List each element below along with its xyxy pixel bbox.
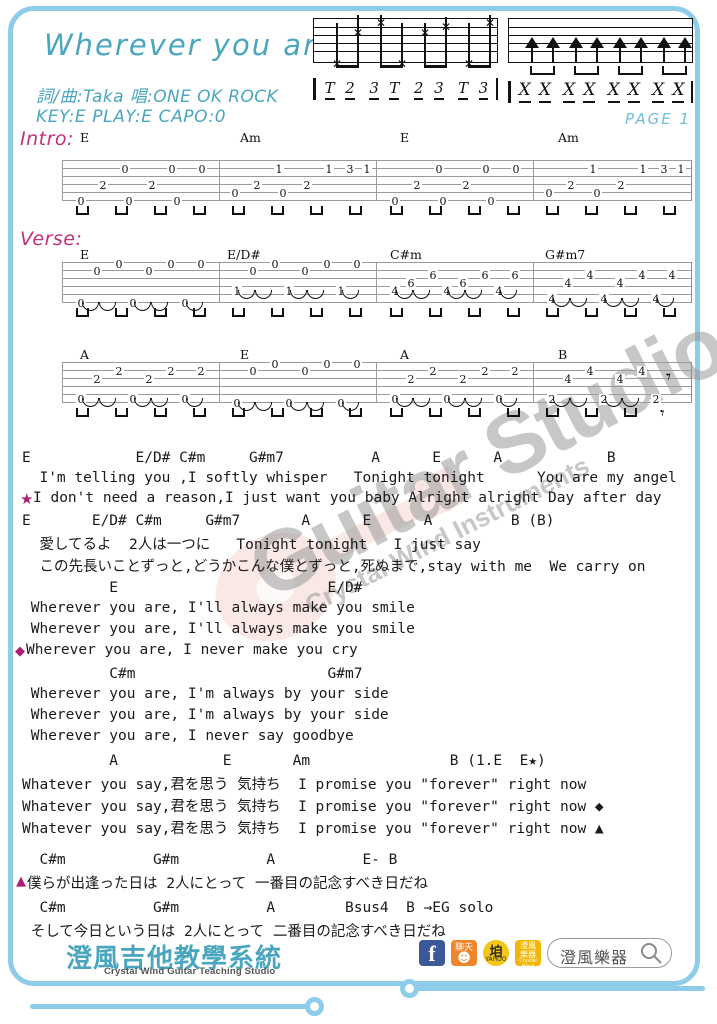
chord-label: E: [240, 347, 250, 362]
lyric-line: Wherever you are, I'm always by your sid…: [22, 686, 389, 702]
rhythm-counts-1: T 2 3 T 2 3 T 3: [313, 78, 498, 100]
eighth-rest-icon: 𝄾: [666, 366, 672, 388]
footer-deco-line-right: [415, 986, 705, 991]
chord-label: Am: [558, 130, 579, 145]
count-cell: 2: [413, 79, 424, 100]
intro-tab-staff: 0 2 0 0 2 0 0 0 0 2 1 0 2 1 3 1 0 2 0 0 …: [62, 160, 693, 218]
count-cell: X: [538, 80, 551, 103]
count-cell: 2: [345, 79, 355, 100]
lyric-line: Wherever you are, I'll always make you s…: [22, 621, 415, 637]
chord-line: C#m G#m A E- B: [22, 852, 398, 868]
triangle-marker: ▲: [16, 874, 26, 889]
lyric-line: Wherever you are, I'm always by your sid…: [22, 707, 389, 723]
chord-line: E E/D# C#m G#m7 A E A B: [22, 450, 616, 466]
chord-label: B: [558, 347, 568, 362]
lyric-line: Wherever you are, I never say goodbye: [22, 728, 354, 744]
chord-label: E: [80, 247, 90, 262]
chord-label: E: [400, 130, 410, 145]
diamond-marker: ◆: [15, 644, 25, 659]
chord-label: Am: [240, 130, 261, 145]
chord-line: A E Am B (1.E E★): [22, 753, 546, 769]
chord-label: G#m7: [545, 247, 586, 262]
count-cell: X: [652, 80, 665, 103]
lyric-line: Wherever you are, I never make you cry: [26, 642, 358, 658]
count-cell: 3: [369, 79, 379, 100]
lyric-line: 愛してるよ 2人は一つに Tonight tonight I just say: [22, 537, 481, 553]
count-cell: 3: [478, 79, 489, 100]
search-icon[interactable]: [640, 942, 662, 964]
pixnet-icon[interactable]: 聊天 ☻: [451, 940, 477, 966]
rhythm-counts-2: X X X X X X X X: [508, 80, 693, 103]
lyric-line: この先長いことずっと,どうかこんな僕とずっと,死ぬまで,stay with me…: [22, 559, 646, 575]
rhythm-staff-1: ✕ ✕ ✕ ✕ ✕ ✕ ✕ ✕: [313, 15, 498, 70]
verse-label: Verse:: [20, 228, 83, 250]
rest-glyph: 𝄾: [660, 404, 665, 424]
verse-tab-staff-1: 0 0 0 0 0 0 0 0 1 0 0 1 0 0 1 0 4 6 6 4 …: [62, 259, 693, 320]
rhythm-box-fingerpicking: ✕ ✕ ✕ ✕ ✕ ✕ ✕ ✕ T 2 3 T 2 3 T 3: [313, 15, 498, 100]
intro-label: Intro:: [20, 128, 74, 150]
footer-deco-line-left: [30, 1004, 310, 1009]
studio-logo-en: Crystal Wind Guitar Teaching Studio: [104, 966, 276, 977]
lyric-line: I don't need a reason,I just want you ba…: [33, 490, 662, 506]
rhythm-staff-2: [508, 18, 693, 75]
chord-line: E E/D# C#m G#m7 A E A B (B): [22, 513, 555, 529]
chord-line: C#m G#m A Bsus4 B →EG solo: [22, 900, 494, 916]
page-number: PAGE 1: [625, 110, 691, 128]
rhythm-box-strumming: X X X X X X X X: [508, 18, 693, 103]
star-marker: ★: [20, 490, 34, 508]
count-cell: T: [324, 79, 335, 100]
lyric-line: I'm telling you ,I softly whisper Tonigh…: [22, 470, 677, 486]
chord-label: E: [80, 130, 90, 145]
lyric-line: Wherever you are, I'll always make you s…: [22, 600, 415, 616]
count-cell: X: [627, 80, 640, 103]
count-cell: 3: [434, 79, 444, 100]
chord-line: C#m G#m7: [22, 666, 363, 682]
chord-label: A: [80, 347, 90, 362]
count-cell: T: [458, 79, 469, 100]
song-title: Wherever you are: [44, 28, 337, 62]
chord-label: C#m: [390, 247, 422, 262]
lyric-line: Whatever you say,君を思う 気持ち I promise you …: [22, 821, 604, 837]
footer-deco-ring-right: [400, 979, 419, 998]
count-cell: X: [583, 80, 596, 103]
facebook-icon[interactable]: f: [419, 940, 445, 966]
lyric-line: Whatever you say,君を思う 気持ち I promise you …: [22, 799, 604, 815]
count-cell: X: [607, 80, 620, 103]
lyric-line: 僕らが出逢った日は 2人にとって 一番目の記念すべき日だね: [27, 876, 429, 892]
chord-label: E/D#: [227, 247, 261, 262]
key-play-capo: KEY:E PLAY:E CAPO:0: [36, 107, 227, 127]
search-text[interactable]: 澄風樂器: [560, 944, 628, 968]
count-cell: X: [672, 80, 685, 103]
count-cell: X: [563, 80, 576, 103]
count-cell: X: [518, 80, 531, 103]
shop-icon[interactable]: 澄風 樂器 Crystal Wind: [515, 940, 541, 966]
chord-line: E E/D#: [22, 580, 363, 596]
song-credit: 詞/曲:Taka 唱:ONE OK ROCK: [36, 87, 279, 107]
verse-tab-staff-2: 0 2 2 0 2 2 0 2 0 0 0 0 0 0 0 0 0 2 2 0 …: [62, 359, 693, 424]
chord-label: A: [400, 347, 410, 362]
yahoo-icon[interactable]: 垍 YAHOO: [483, 940, 509, 966]
lyric-line: Whatever you say,君を思う 気持ち I promise you …: [22, 777, 587, 793]
count-cell: T: [389, 79, 400, 100]
footer-deco-ring-left: [305, 997, 324, 1016]
